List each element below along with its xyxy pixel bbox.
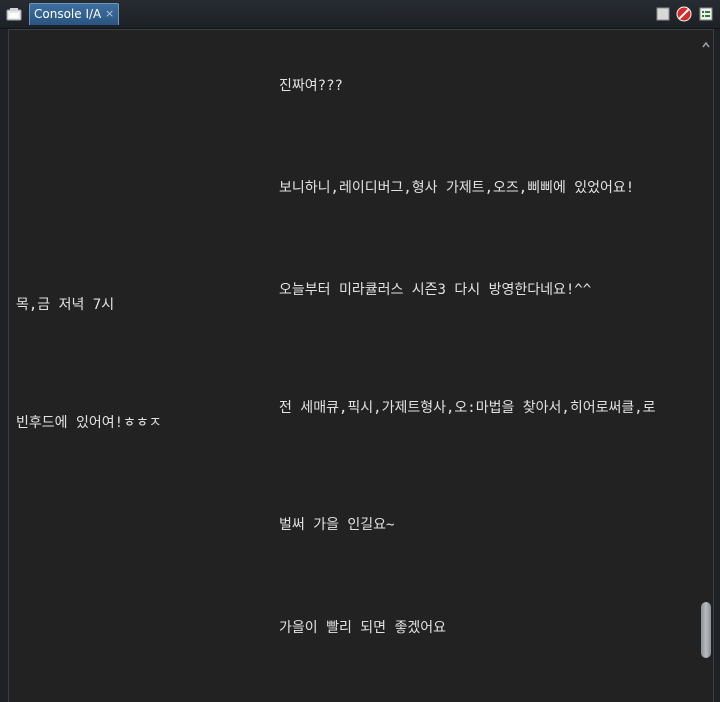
console-output[interactable]: 진짜여??? 보니하니,레이디버그,형사 가제트,오즈,삐삐에 있었어요! 오늘…: [8, 29, 714, 702]
no-entry-icon[interactable]: [676, 6, 692, 22]
chevron-up-icon[interactable]: [701, 39, 711, 51]
console-line: 오늘부터 미라큘러스 시즌3 다시 방영한다네요!^^: [279, 282, 592, 298]
close-icon[interactable]: ×: [105, 8, 114, 20]
console-line: 가을이 빨리 되면 좋겠어요: [279, 620, 446, 636]
console-line: 목,금 저녁 7시: [16, 297, 115, 313]
tab-label: Console I/A: [34, 7, 102, 21]
tab-console[interactable]: Console I/A ×: [29, 3, 119, 25]
console-line: 벌써 가을 인길요~: [279, 517, 395, 533]
console-line: 보니하니,레이디버그,형사 가제트,오즈,삐삐에 있었어요!: [279, 180, 635, 196]
tab-bar: Console I/A ×: [0, 0, 720, 29]
console-window: Console I/A × 진짜여??? 보니하니,레이디버그,형사 가제트,오…: [0, 0, 720, 702]
vertical-scrollbar[interactable]: [700, 33, 712, 702]
console-line: 빈후드에 있어여!ㅎㅎㅈ: [16, 415, 162, 431]
stop-icon[interactable]: [655, 6, 671, 22]
list-view-icon[interactable]: [698, 6, 714, 22]
scrollbar-thumb[interactable]: [701, 602, 711, 658]
terminal-icon: [6, 8, 22, 21]
console-line: 진짜여???: [279, 78, 343, 94]
console-line: 전 세매큐,픽시,가제트형사,오:마법을 찾아서,히어로써클,로: [279, 400, 656, 416]
